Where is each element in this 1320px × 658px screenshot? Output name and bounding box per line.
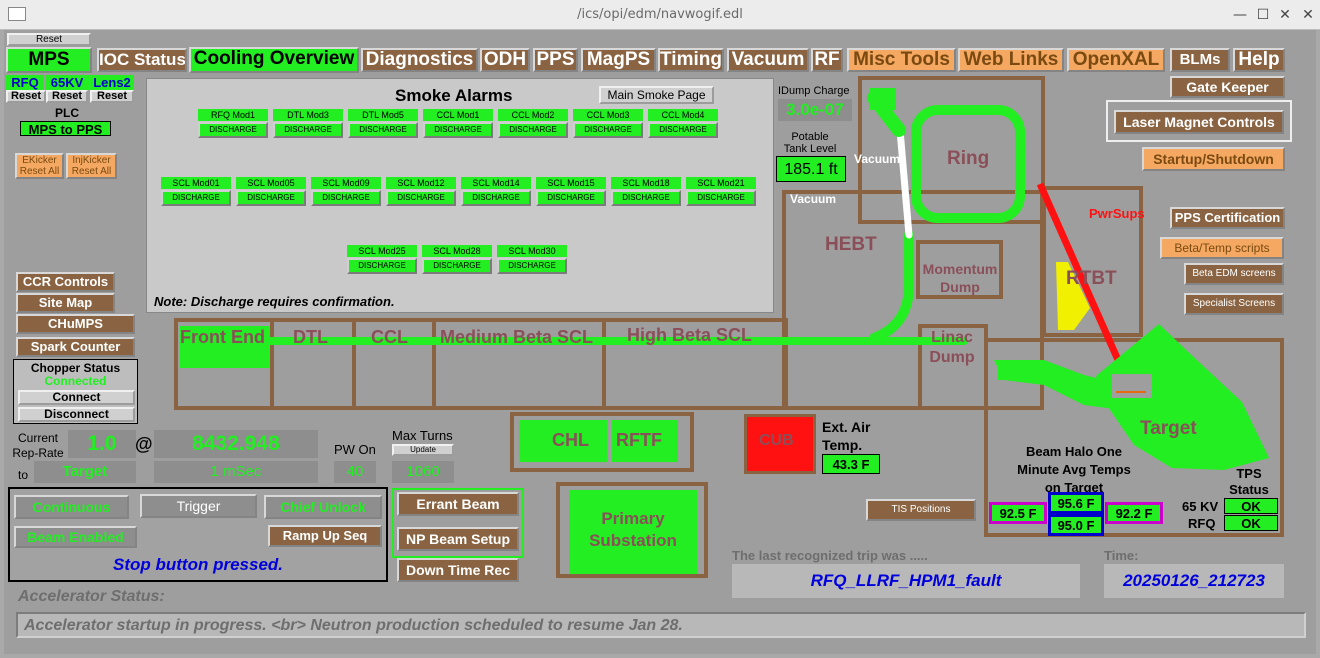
- tps-status-label: TPS Status: [1229, 466, 1269, 497]
- front-end-label: Front End: [180, 327, 265, 347]
- stop-message: Stop button pressed.: [113, 555, 283, 574]
- high-beta-scl-label: High Beta SCL: [627, 325, 753, 345]
- to-label: to: [18, 468, 29, 482]
- hebt-label: HEBT: [825, 234, 877, 255]
- close-icon[interactable]: ✕: [1275, 6, 1295, 24]
- chief-unlock-button[interactable]: Chief Unlock: [264, 495, 382, 519]
- target-label: Target: [1140, 418, 1197, 439]
- accelerator-status-label: Accelerator Status:: [18, 588, 165, 605]
- ext-air-temp-value: 43.3 F: [822, 454, 880, 474]
- rep-target-value: Target: [34, 461, 136, 483]
- pw-on-label: PW On: [334, 442, 376, 457]
- ext-air-temp-label: Ext. Air Temp.: [822, 419, 871, 453]
- trigger-button[interactable]: Trigger: [140, 494, 257, 518]
- ring-label: Ring: [947, 148, 990, 169]
- laser-magnet-controls-button[interactable]: Laser Magnet Controls: [1114, 110, 1284, 134]
- max-turns-label: Max Turns: [392, 428, 453, 443]
- errant-beam-button[interactable]: Errant Beam: [397, 492, 519, 516]
- edm-canvas: Reset MPS RFQ 65KV Lens2 Reset Reset Res…: [4, 30, 1316, 654]
- beam-control-panel: Continuous Trigger Chief Unlock Beam Ena…: [8, 487, 388, 582]
- gate-keeper-button[interactable]: Gate Keeper: [1170, 76, 1285, 98]
- tis-positions-button[interactable]: TIS Positions: [866, 499, 976, 521]
- last-trip-label: The last recognized trip was .....: [732, 548, 928, 563]
- hebt-white-segment: [896, 126, 913, 239]
- max-turns-update-button[interactable]: Update: [392, 444, 454, 456]
- window-titlebar: /ics/opi/edm/navwogif.edl — ☐ ✕ ✕: [0, 0, 1320, 30]
- close-icon[interactable]: ✕: [1298, 6, 1318, 24]
- pw-on-value: 40: [334, 461, 376, 483]
- pps-certification-button[interactable]: PPS Certification: [1170, 207, 1285, 229]
- cub-label: CUB: [759, 432, 794, 449]
- pulse-width-value: 1 mSec: [154, 461, 318, 483]
- window-title: /ics/opi/edm/navwogif.edl: [577, 7, 743, 22]
- at-symbol: @: [135, 434, 153, 454]
- down-time-rec-button[interactable]: Down Time Rec: [397, 558, 519, 582]
- beam-halo-title: Beam Halo One Minute Avg Temps on Target: [1017, 444, 1131, 495]
- beta-temp-scripts-button[interactable]: Beta/Temp scripts: [1160, 237, 1284, 259]
- ccl-label: CCL: [371, 327, 408, 347]
- vacuum-label-ring: Vacuum: [854, 152, 901, 166]
- tps-rfq-label: RFQ: [1188, 516, 1216, 531]
- continuous-button[interactable]: Continuous: [14, 495, 129, 519]
- pwrsups-label: PwrSups: [1089, 206, 1145, 221]
- trip-time-label: Time:: [1104, 548, 1139, 563]
- beta-edm-screens-button[interactable]: Beta EDM screens: [1184, 263, 1284, 285]
- trip-time-value: 20250126_212723: [1104, 564, 1284, 598]
- hebt-beam: [869, 230, 914, 343]
- tps-rfq-ok: OK: [1224, 515, 1278, 531]
- tps-65kv-ok: OK: [1224, 498, 1278, 514]
- halo-temp-top: 95.6 F: [1048, 492, 1104, 514]
- momentum-dump-label: Momentum Dump: [922, 261, 998, 295]
- frequency-value: 8432.948: [154, 430, 318, 458]
- linac-dump-label: Linac Dump: [929, 329, 975, 366]
- specialist-screens-button[interactable]: Specialist Screens: [1184, 293, 1284, 315]
- target-left-block: [998, 360, 1020, 380]
- current-rep-rate-label: Current Rep-Rate: [12, 431, 64, 460]
- np-beam-setup-button[interactable]: NP Beam Setup: [397, 527, 519, 551]
- vacuum-label-hebt: Vacuum: [790, 192, 837, 206]
- accelerator-status-message: Accelerator startup in progress. <br> Ne…: [16, 612, 1306, 638]
- rtbt-label: RTBT: [1066, 268, 1117, 289]
- ramp-up-seq-button[interactable]: Ramp Up Seq: [268, 525, 382, 547]
- beam-enabled-indicator: Beam Enabled: [14, 526, 137, 548]
- dtl-label: DTL: [293, 327, 328, 347]
- beam-line: [200, 91, 1025, 345]
- halo-temp-right: 92.2 F: [1105, 502, 1163, 524]
- rep-rate-value: 1.0: [68, 430, 136, 458]
- max-turns-value: 1060: [392, 461, 454, 483]
- minimize-icon[interactable]: —: [1230, 6, 1250, 24]
- tps-65kv-label: 65 KV: [1182, 499, 1219, 514]
- chl-label: CHL: [552, 430, 589, 450]
- rftf-label: RFTF: [616, 430, 662, 450]
- startup-shutdown-button[interactable]: Startup/Shutdown: [1142, 147, 1285, 171]
- medium-beta-scl-label: Medium Beta SCL: [440, 327, 594, 347]
- target-window: [1112, 374, 1152, 398]
- ring-entry-block: [870, 88, 896, 110]
- halo-temp-bottom: 95.0 F: [1048, 514, 1104, 536]
- primary-substation-label: Primary Substation: [589, 509, 677, 550]
- last-trip-value: RFQ_LLRF_HPM1_fault: [732, 564, 1080, 598]
- restore-icon[interactable]: ☐: [1253, 6, 1273, 24]
- halo-temp-left: 92.5 F: [989, 502, 1047, 524]
